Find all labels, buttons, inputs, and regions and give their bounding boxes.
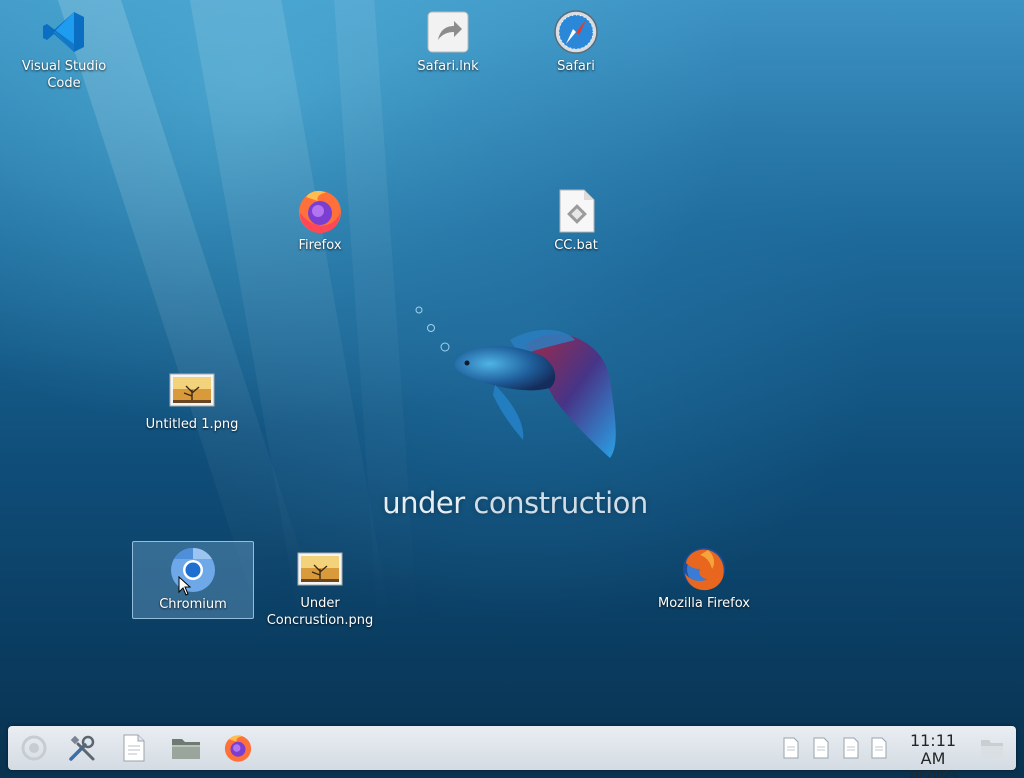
desktop-icon-safari-lnk[interactable]: Safari.lnk xyxy=(388,8,508,75)
firefox-icon xyxy=(299,190,341,233)
desktop-icon-firefox[interactable]: Firefox xyxy=(260,187,380,254)
betta-fish-wallpaper-art xyxy=(415,306,616,458)
digital-clock[interactable]: 11:11 AM 10/20/24 xyxy=(896,732,970,778)
tray-document-icon[interactable] xyxy=(842,737,860,759)
desktop-icon-label: Firefox xyxy=(298,238,342,253)
safari-compass-icon xyxy=(554,10,598,54)
desktop-icon-label: Safari xyxy=(557,59,595,74)
wallpaper-text-bold: under xyxy=(382,486,465,520)
power-ring-icon xyxy=(21,735,47,761)
wrench-screwdriver-icon xyxy=(69,735,95,761)
clock-time: 11:11 AM xyxy=(909,731,957,768)
desktop-icon-mozilla-firefox[interactable]: Mozilla Firefox xyxy=(644,545,764,612)
file-manager-button[interactable] xyxy=(170,732,202,764)
desktop-icon-untitled-png[interactable]: Untitled 1.png xyxy=(132,366,252,433)
firefox-launcher-button[interactable] xyxy=(222,732,254,764)
desktop[interactable]: under construction Visual Studio Code Sa… xyxy=(0,0,1024,778)
wallpaper-under-construction-text: under construction xyxy=(380,486,650,520)
tray-document-icon[interactable] xyxy=(812,737,830,759)
image-file-icon xyxy=(297,552,343,586)
show-desktop-folder-icon[interactable] xyxy=(980,737,1004,759)
image-file-icon xyxy=(169,373,215,407)
vscode-icon xyxy=(43,12,84,52)
mouse-cursor-icon xyxy=(178,576,192,596)
document-icon xyxy=(123,734,145,762)
desktop-icon-label: CC.bat xyxy=(554,238,598,253)
text-editor-button[interactable] xyxy=(118,732,150,764)
desktop-icon-label: Safari.lnk xyxy=(417,59,479,74)
tray-document-icon[interactable] xyxy=(870,737,888,759)
shortcut-icon xyxy=(427,11,469,53)
desktop-icon-label: Chromium xyxy=(159,597,227,612)
batch-file-icon xyxy=(559,189,595,233)
app-menu-button[interactable] xyxy=(18,732,50,764)
desktop-icon-label: Untitled 1.png xyxy=(145,417,239,432)
tray-document-icon[interactable] xyxy=(782,737,800,759)
folder-icon xyxy=(172,739,200,759)
wallpaper-text-thin: construction xyxy=(473,486,648,520)
settings-button[interactable] xyxy=(66,732,98,764)
desktop-icon-label: Visual Studio Code xyxy=(21,59,107,91)
clock-date: 10/20/24 xyxy=(908,768,958,778)
firefox-icon xyxy=(224,735,252,762)
desktop-icon-label: Under Concrustion.png xyxy=(266,596,374,628)
desktop-icon-chromium[interactable]: Chromium xyxy=(132,541,254,619)
desktop-icon-safari[interactable]: Safari xyxy=(516,8,636,75)
desktop-icon-label: Mozilla Firefox xyxy=(658,596,750,611)
taskbar-panel[interactable]: 11:11 AM 10/20/24 xyxy=(8,726,1016,778)
desktop-icon-vscode[interactable]: Visual Studio Code xyxy=(4,8,124,92)
chromium-icon xyxy=(171,548,215,592)
firefox-icon xyxy=(683,548,725,591)
desktop-icon-under-concrustion-png[interactable]: Under Concrustion.png xyxy=(260,545,380,629)
desktop-icon-cc-bat[interactable]: CC.bat xyxy=(516,187,636,254)
